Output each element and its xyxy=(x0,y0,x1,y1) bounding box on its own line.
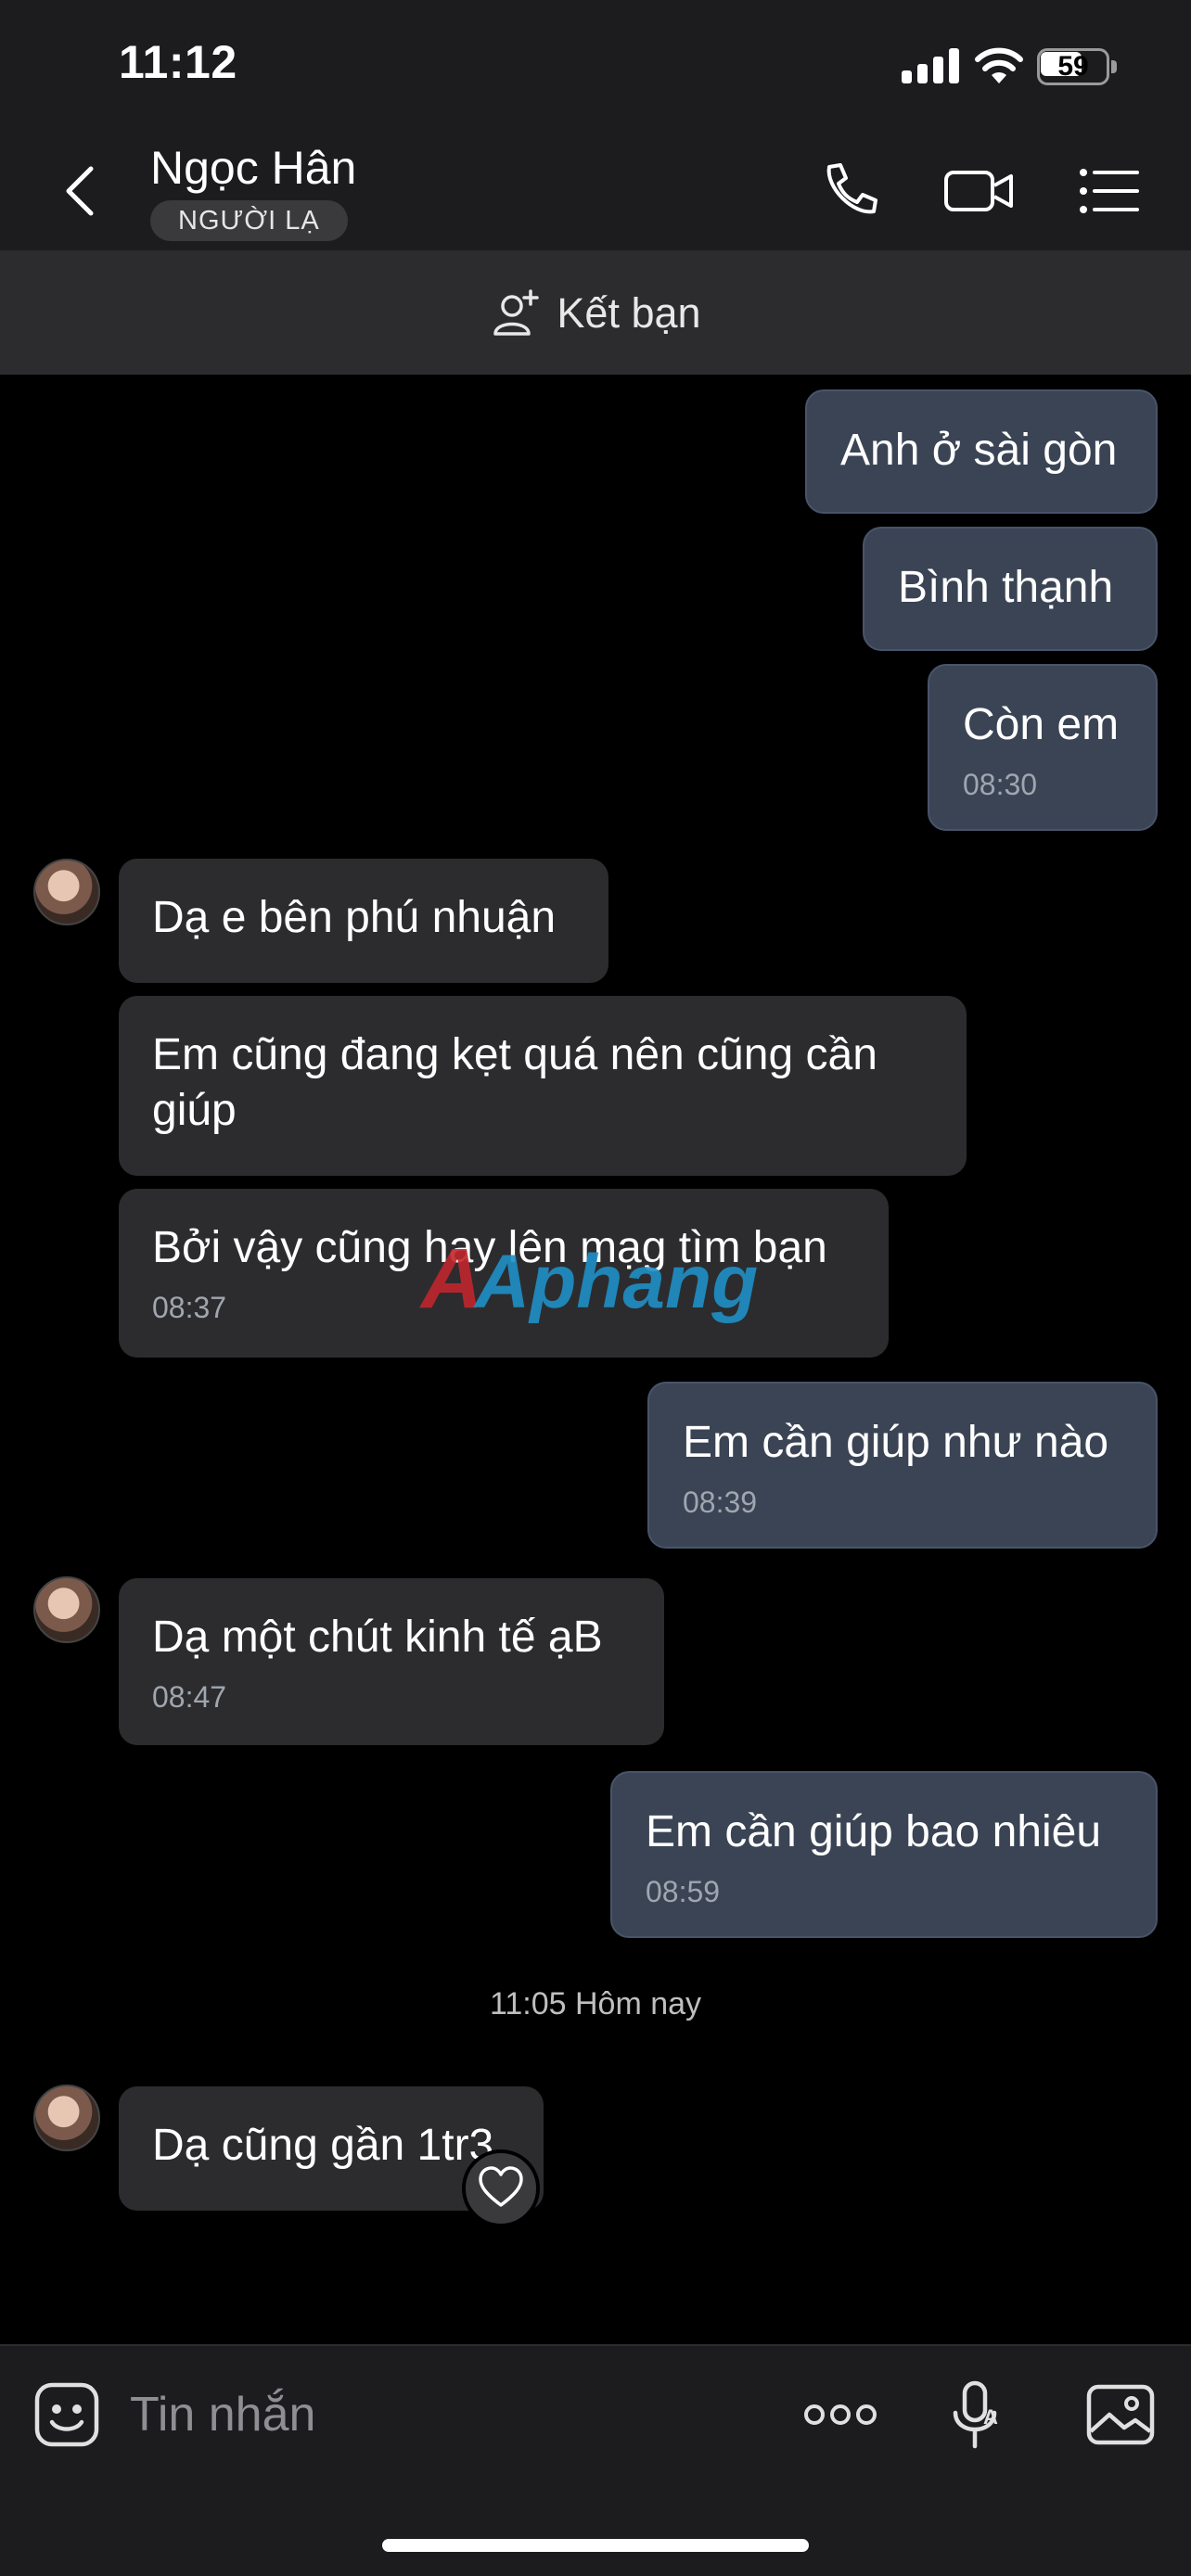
status-bar: 11:12 59 xyxy=(0,0,1191,130)
add-friend-icon xyxy=(493,289,540,336)
incoming-message[interactable]: Dạ e bên phú nhuận xyxy=(119,859,608,983)
add-friend-bar: Kết bạn xyxy=(0,252,1191,375)
home-indicator[interactable] xyxy=(382,2539,809,2552)
status-time: 11:12 xyxy=(119,36,237,88)
voice-to-text-icon[interactable]: A xyxy=(939,2378,1013,2452)
chat-header: Ngọc Hân NGƯỜI LẠ xyxy=(0,130,1191,252)
phone-call-icon[interactable] xyxy=(816,158,883,224)
incoming-message[interactable]: Bởi vậy cũng hay lên mạg tìm bạn 08:37 xyxy=(119,1189,889,1358)
stranger-badge: NGƯỜI LẠ xyxy=(150,200,348,241)
outgoing-message[interactable]: Em cần giúp như nào 08:39 xyxy=(647,1382,1158,1549)
contact-name[interactable]: Ngọc Hân xyxy=(150,141,356,195)
add-friend-label: Kết bạn xyxy=(557,289,701,337)
add-friend-button[interactable]: Kết bạn xyxy=(0,252,1191,375)
outgoing-message[interactable]: Bình thạnh xyxy=(863,527,1158,651)
contact-avatar[interactable] xyxy=(33,2085,100,2151)
photo-gallery-icon[interactable] xyxy=(1083,2378,1158,2452)
date-separator: 11:05 Hôm nay xyxy=(489,1986,702,2021)
battery-level: 59 xyxy=(1057,51,1089,82)
message-time: 08:30 xyxy=(963,768,1038,801)
outgoing-message[interactable]: Em cần giúp bao nhiêu 08:59 xyxy=(610,1771,1158,1938)
message-time: 08:37 xyxy=(152,1291,227,1324)
incoming-message[interactable]: Em cũng đang kẹt quá nên cũng cần giúp xyxy=(119,996,967,1176)
contact-avatar[interactable] xyxy=(33,1576,100,1643)
message-time: 08:39 xyxy=(683,1486,758,1519)
svg-text:A: A xyxy=(983,2405,998,2429)
outgoing-message[interactable]: Còn em 08:30 xyxy=(928,664,1158,831)
react-heart-button[interactable] xyxy=(462,2149,540,2227)
sticker-emoji-icon[interactable] xyxy=(30,2378,104,2452)
contact-avatar[interactable] xyxy=(33,859,100,925)
cellular-signal-icon xyxy=(902,48,959,83)
back-chevron-icon[interactable] xyxy=(58,163,104,219)
heart-icon xyxy=(479,2166,523,2207)
battery-icon: 59 xyxy=(1037,48,1117,85)
outgoing-message[interactable]: Anh ở sài gòn xyxy=(805,389,1158,514)
wifi-icon xyxy=(975,47,1023,83)
message-input[interactable]: Tin nhắn xyxy=(130,2387,315,2442)
incoming-message[interactable]: Dạ một chút kinh tế ạB 08:47 xyxy=(119,1578,664,1745)
message-time: 08:59 xyxy=(646,1875,721,1908)
menu-list-icon[interactable] xyxy=(1076,158,1143,224)
message-time: 08:47 xyxy=(152,1680,227,1714)
more-options-icon[interactable] xyxy=(801,2378,879,2452)
video-call-icon[interactable] xyxy=(942,158,1017,224)
